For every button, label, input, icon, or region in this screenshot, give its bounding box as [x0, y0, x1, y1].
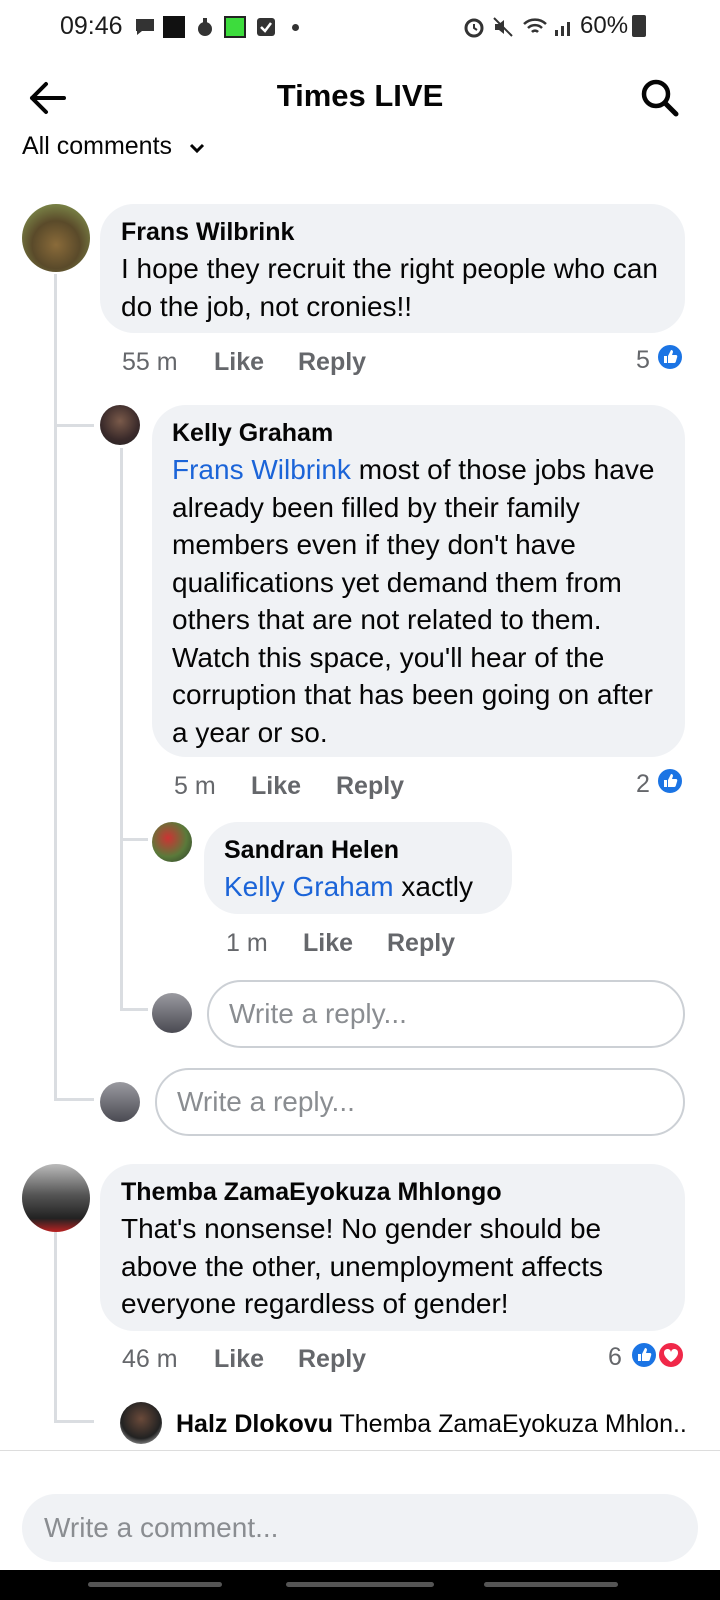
avatar[interactable]	[152, 822, 192, 862]
reply-input[interactable]: Write a reply...	[207, 980, 685, 1048]
comment-bubble: Themba ZamaEyokuza Mhlongo That's nonsen…	[100, 1164, 685, 1331]
avatar[interactable]	[22, 1164, 90, 1232]
comment-bubble: Kelly Graham Frans Wilbrink most of thos…	[152, 405, 685, 757]
avatar[interactable]	[120, 1402, 162, 1444]
reaction-count[interactable]: 5	[636, 346, 650, 375]
like-button[interactable]: Like	[251, 772, 301, 801]
comment-body: most of those jobs have already been fil…	[172, 454, 655, 748]
reply-button[interactable]: Reply	[298, 348, 366, 377]
comment-text: I hope they recruit the right people who…	[121, 253, 659, 322]
thread-line	[120, 448, 123, 1010]
comment-bubble: Frans Wilbrink I hope they recruit the r…	[100, 204, 685, 333]
comment-text: That's nonsense! No gender should be abo…	[121, 1213, 604, 1319]
comment-bubble: Sandran Helen Kelly Graham xactly	[204, 822, 512, 914]
reply-button[interactable]: Reply	[336, 772, 404, 801]
mute-icon	[492, 16, 514, 38]
thread-line	[54, 1232, 57, 1422]
thread-line	[120, 1008, 148, 1011]
mention-link[interactable]: Frans Wilbrink	[172, 454, 351, 485]
thread-line	[54, 1420, 94, 1423]
like-button[interactable]: Like	[214, 1345, 264, 1374]
thread-line	[54, 274, 57, 1099]
like-reaction-icon	[656, 767, 684, 795]
heart-reaction-icon	[657, 1341, 685, 1369]
nav-back-button[interactable]	[484, 1582, 618, 1587]
checkbox-notification-icon	[255, 16, 277, 38]
avatar[interactable]	[22, 204, 90, 272]
reaction-count[interactable]: 6	[608, 1343, 622, 1372]
reply-input[interactable]: Write a reply...	[155, 1068, 685, 1136]
commenter-name[interactable]: Frans Wilbrink	[121, 218, 294, 247]
like-reaction-icon	[630, 1341, 658, 1369]
avatar	[152, 993, 192, 1033]
reply-button[interactable]: Reply	[387, 929, 455, 958]
like-reaction-icon	[656, 343, 684, 371]
like-button[interactable]: Like	[303, 929, 353, 958]
like-button[interactable]: Like	[214, 348, 264, 377]
signal-icon	[553, 16, 575, 38]
comment-text: Frans Wilbrink most of those jobs have a…	[172, 451, 672, 751]
comment-time: 5 m	[174, 772, 216, 800]
app-notification-icon	[163, 16, 185, 38]
thread-line	[54, 1098, 94, 1101]
reply-preview-text: Themba ZamaEyokuza Mhlon...	[339, 1410, 686, 1438]
page-title: Times LIVE	[276, 78, 444, 113]
battery-percent: 60%	[580, 12, 629, 39]
comment-time: 1 m	[226, 929, 268, 957]
reaction-count[interactable]: 2	[636, 770, 650, 799]
chevron-down-icon	[189, 133, 205, 162]
reply-preview[interactable]: Halz Dlokovu Themba ZamaEyokuza Mhlon...	[176, 1410, 686, 1439]
comment-time: 55 m	[122, 348, 178, 376]
status-time: 09:46	[60, 12, 123, 40]
alarm-icon	[463, 16, 485, 38]
reply-button[interactable]: Reply	[298, 1345, 366, 1374]
all-comments-filter[interactable]: All comments	[22, 132, 205, 162]
thread-line	[120, 838, 148, 841]
reply-preview-name: Halz Dlokovu	[176, 1410, 333, 1438]
app-icon	[224, 16, 246, 38]
avatar[interactable]	[100, 405, 140, 445]
nav-recents-button[interactable]	[88, 1582, 222, 1587]
search-icon[interactable]	[638, 76, 680, 118]
commenter-name[interactable]: Kelly Graham	[172, 419, 333, 448]
notification-icon	[194, 16, 216, 38]
comment-time: 46 m	[122, 1345, 178, 1373]
wifi-icon	[522, 16, 548, 38]
battery-icon	[632, 15, 646, 37]
comment-text: Kelly Graham xactly	[224, 868, 504, 906]
comment-body: xactly	[393, 871, 473, 902]
mention-link[interactable]: Kelly Graham	[224, 871, 394, 902]
commenter-name[interactable]: Themba ZamaEyokuza Mhlongo	[121, 1178, 502, 1207]
avatar	[100, 1082, 140, 1122]
more-notifications-dot	[292, 24, 299, 31]
nav-home-button[interactable]	[286, 1582, 434, 1587]
comment-input[interactable]: Write a comment...	[22, 1494, 698, 1562]
message-icon	[134, 16, 156, 38]
thread-line	[54, 424, 94, 427]
all-comments-label: All comments	[22, 132, 173, 160]
commenter-name[interactable]: Sandran Helen	[224, 836, 399, 865]
